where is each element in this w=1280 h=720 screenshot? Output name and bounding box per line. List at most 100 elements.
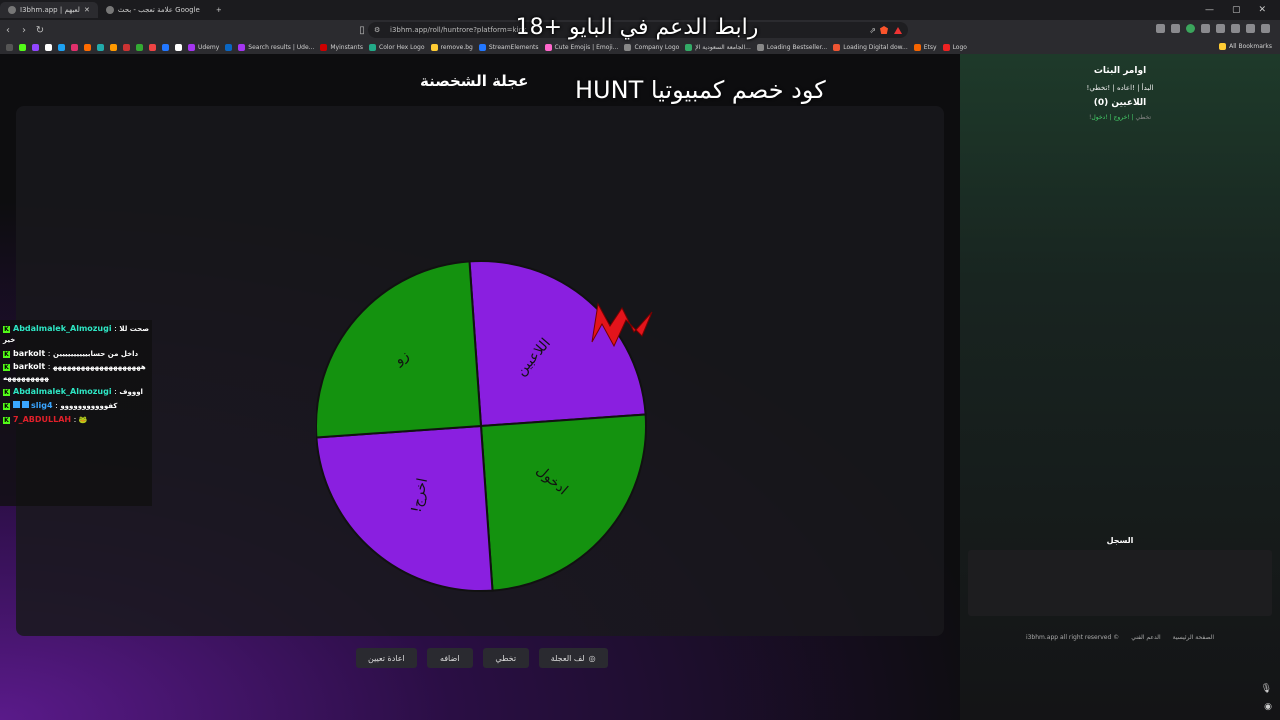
tab-google-search[interactable]: علامة تعجب - بحث Google (98, 2, 208, 18)
bookmark-streamelements[interactable]: StreamElements (478, 43, 539, 51)
chat-message: K Abdalmalek_Almozugi : اوووف (3, 386, 143, 396)
footer-support-link[interactable]: الدعم الفني (1131, 634, 1160, 641)
add-button[interactable]: اضافه (426, 648, 473, 668)
bookmark-icon[interactable] (58, 43, 65, 51)
commands-list: !البدأ | !اعاده | !تخطي (1086, 84, 1154, 92)
forward-icon[interactable]: › (16, 25, 32, 36)
wheel-segment-leave (316, 424, 494, 592)
spin-wheel[interactable]: اللاعبين ادخول !اخرج زو (316, 246, 676, 606)
bookmark-linkedin[interactable] (225, 43, 233, 51)
new-tab-button[interactable]: + (208, 2, 230, 18)
bookmark-color-hex[interactable]: Color Hex Logo (369, 43, 425, 51)
stream-overlay-text: رابط الدعم في البايو +18 (515, 15, 759, 40)
bookmark-saudi-university[interactable]: الجامعة السعودية الإ... (685, 43, 751, 51)
brave-shield-icon[interactable] (880, 26, 888, 34)
reset-button[interactable]: اعادة تعيين (356, 648, 417, 668)
back-icon[interactable]: ‹ (0, 25, 16, 36)
kick-bookmark-icon[interactable] (19, 43, 26, 51)
maximize-icon[interactable]: ▢ (1232, 5, 1241, 15)
twitch-bookmark-icon[interactable] (32, 43, 39, 51)
tab-i3bhm[interactable]: I3bhm.app | لعبهم ✕ (0, 2, 98, 18)
bookmark-removebg[interactable]: remove.bg (430, 43, 473, 51)
url-text: i3bhm.app/roll/huntrore?platform=kick (390, 26, 527, 34)
all-bookmarks[interactable]: All Bookmarks (1219, 43, 1272, 50)
sidebar-icon[interactable] (1246, 24, 1255, 33)
chat-username: Abdalmalek_Almozugi (13, 324, 112, 333)
tab-label: I3bhm.app | لعبهم (20, 6, 80, 14)
extension-icon[interactable] (1201, 24, 1210, 33)
share-icon[interactable]: ⇗ (869, 26, 876, 35)
instagram-bookmark-icon[interactable] (71, 43, 78, 51)
footer-home-link[interactable]: الصفحة الرئيسية (1173, 634, 1214, 641)
kick-badge-icon: K (3, 350, 10, 358)
chat-overlay: K Abdalmalek_Almozugi : صحت للاخير Kbarko… (0, 320, 152, 506)
footer: i3bhm.app all right reserved © الدعم الف… (960, 634, 1280, 641)
bookmarks-bar: Udemy Search results | Ude... Myinstants… (0, 40, 1280, 54)
stream-overlay-hunt: HUNT كود خصم كمبيوتيا (575, 76, 826, 104)
bookmark-icon[interactable] (175, 43, 182, 51)
x-bookmark-icon[interactable] (45, 43, 52, 51)
kick-badge-icon: K (3, 326, 10, 333)
profile-icon[interactable] (1186, 24, 1195, 33)
chat-text: داخل من حسابيييييييييين (53, 349, 139, 358)
bookmark-cute-emojis[interactable]: Cute Emojis | Emoji... (544, 43, 618, 51)
window-controls: — ▢ ✕ (1205, 5, 1280, 15)
bookmark-etsy[interactable]: Etsy (913, 43, 937, 51)
bookmark-icon[interactable] (97, 43, 104, 51)
gift-badge-icon (22, 400, 29, 408)
extension-icon[interactable] (1231, 24, 1240, 33)
chat-message: Kbarkolt : داخل من حسابيييييييييين (3, 348, 139, 358)
sub-badge-icon (13, 400, 20, 408)
bookmark-icon[interactable] (136, 43, 143, 51)
skip-button[interactable]: تخطي (482, 648, 529, 668)
wheel-segment-players (468, 260, 647, 428)
extension-icon[interactable] (1156, 24, 1165, 33)
chat-text: اوووف (119, 387, 143, 396)
page-content: عجلة الشخصنة HUNT كود خصم كمبيوتيا اللاع… (0, 54, 1280, 720)
microphone-icon[interactable]: 🎙 (1261, 684, 1272, 694)
site-settings-icon[interactable]: ⚙ (374, 26, 380, 34)
close-icon[interactable]: ✕ (84, 6, 90, 14)
google-icon (105, 6, 114, 14)
bookmark-udemy[interactable]: Udemy (188, 43, 219, 51)
chat-message: Kbarkolt : ههههههههههههههههههههههههههههه… (3, 362, 146, 383)
bookmark-company-logo[interactable]: Company Logo (624, 43, 679, 51)
spin-label: لف العجلة (550, 653, 585, 663)
minimize-icon[interactable]: — (1205, 5, 1214, 15)
close-window-icon[interactable]: ✕ (1258, 5, 1266, 15)
spin-icon: ◎ (588, 653, 596, 663)
chat-message: K 7_ABDULLAH : 🐸 (3, 414, 88, 424)
extensions-area (1156, 24, 1270, 33)
chat-text: كفووووووووووو (60, 401, 118, 410)
bookmark-digital[interactable]: Loading Digital dow... (833, 43, 908, 51)
stream-commands-title: اوامر البثات (1093, 66, 1147, 76)
bookmark-icon[interactable] (110, 43, 117, 51)
kick-badge-icon: K (3, 388, 10, 396)
kick-badge-icon: K (3, 416, 10, 424)
join-command: !دخول (1091, 114, 1108, 121)
bookmark-icon[interactable] (84, 43, 91, 51)
spin-button[interactable]: لف العجلة ◎ (538, 648, 608, 668)
page-title: عجلة الشخصنة (420, 72, 529, 90)
chat-username: slig4 (31, 400, 53, 410)
extension-icon[interactable] (1216, 24, 1225, 33)
bookmark-search-udemy[interactable]: Search results | Ude... (238, 43, 314, 51)
target-icon[interactable]: ◉ (1264, 702, 1272, 712)
brave-rewards-icon[interactable] (894, 26, 902, 34)
bookmark-icon[interactable] (123, 43, 130, 51)
wheel-segment-join (479, 413, 647, 592)
wheel-panel: اللاعبين ادخول !اخرج زو (16, 106, 944, 636)
bookmark-logo[interactable]: Logo (942, 43, 967, 51)
bookmark-myinstants[interactable]: Myinstants (320, 43, 363, 51)
players-count: اللاعبين (0) (1093, 98, 1147, 108)
bookmark-icon[interactable] (162, 43, 169, 51)
kick-badge-icon: K (3, 364, 10, 372)
bookmark-bestseller[interactable]: Loading Bestseller... (756, 43, 827, 51)
extension-icon[interactable] (1171, 24, 1180, 33)
reload-icon[interactable]: ↻ (32, 25, 48, 36)
menu-icon[interactable] (1261, 24, 1270, 33)
footer-rights: i3bhm.app all right reserved © (1025, 634, 1120, 641)
apps-icon[interactable] (6, 43, 13, 51)
chat-username: 7_ABDULLAH (13, 414, 72, 424)
bookmark-icon[interactable] (149, 43, 156, 51)
